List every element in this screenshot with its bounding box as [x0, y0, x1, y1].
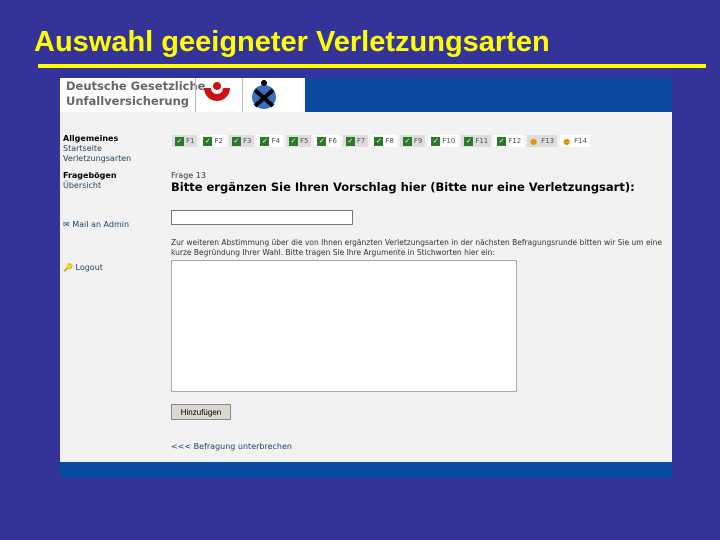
check-icon: ✓ — [345, 136, 355, 146]
tab-label: F4 — [271, 137, 280, 145]
tab-f2[interactable]: ✓ F2 — [200, 135, 226, 147]
tab-label: F9 — [413, 137, 423, 145]
tab-label: F5 — [299, 137, 309, 145]
tab-label: F1 — [186, 137, 195, 145]
sidebar-item-startseite[interactable]: Startseite — [63, 144, 131, 154]
tab-f6[interactable]: ✓ F6 — [314, 135, 340, 147]
add-button[interactable]: Hinzufügen — [171, 404, 231, 420]
tab-label: F10 — [442, 137, 456, 145]
header: Deutsche Gesetzliche Unfallversicherung — [60, 78, 672, 112]
tab-f9[interactable]: ✓ F9 — [399, 135, 426, 147]
dguv-logo-icon — [195, 78, 237, 112]
brand-logo: Deutsche Gesetzliche Unfallversicherung — [66, 79, 205, 109]
sidebar-item-logout[interactable]: 🔑 Logout — [63, 263, 103, 273]
sidebar-item-label: Mail an Admin — [72, 220, 130, 229]
tab-label: F8 — [385, 137, 394, 145]
sidebar-item-verletzungsarten[interactable]: Verletzungsarten — [63, 154, 131, 164]
tab-f10[interactable]: ✓ F10 — [428, 135, 459, 147]
interrupt-survey-link[interactable]: <<< Befragung unterbrechen — [171, 442, 292, 451]
tab-label: F3 — [242, 137, 252, 145]
tab-f12[interactable]: ✓ F12 — [494, 135, 525, 147]
check-icon: ✓ — [203, 136, 213, 146]
check-icon: ✓ — [317, 136, 327, 146]
tab-label: F11 — [475, 137, 489, 145]
sidebar-item-label: Logout — [75, 263, 103, 272]
sidebar-heading: Fragebögen — [63, 171, 117, 180]
tab-f1[interactable]: ✓ F1 — [172, 135, 198, 147]
sidebar-item-mail[interactable]: ✉ Mail an Admin — [63, 220, 129, 230]
question-number: Frage 13 — [171, 171, 206, 180]
sidebar-heading: Allgemeines — [63, 134, 119, 143]
footer-bar — [60, 462, 672, 478]
question-tabs: ✓ F1 ✓ F2 ✓ F3 ✓ F4 ✓ F5 ✓ F6 ✓ F7 ✓ F8 ✓ F9 ✓ F10 ✓ F11 ✓ F12 ●… — [172, 135, 591, 147]
brand-line: Deutsche Gesetzliche — [66, 79, 206, 93]
brand-line: Unfallversicherung — [66, 94, 190, 108]
sidebar-group-general: Allgemeines Startseite Verletzungsarten — [63, 134, 131, 164]
check-icon: ✓ — [374, 136, 384, 146]
tab-f7[interactable]: ✓ F7 — [342, 135, 369, 147]
tab-f5[interactable]: ✓ F5 — [285, 135, 312, 147]
browser-screenshot: Deutsche Gesetzliche Unfallversicherung A… — [60, 78, 672, 478]
header-banner — [305, 78, 672, 112]
tab-f8[interactable]: ✓ F8 — [371, 135, 397, 147]
check-icon: ✓ — [431, 136, 441, 146]
check-icon: ✓ — [175, 136, 184, 146]
reason-textarea[interactable] — [171, 260, 517, 392]
check-icon: ✓ — [497, 136, 507, 146]
tab-label: F6 — [328, 137, 337, 145]
tab-label: F7 — [356, 137, 366, 145]
tab-f13[interactable]: ● F13 — [527, 135, 558, 147]
tab-f3[interactable]: ✓ F3 — [228, 135, 255, 147]
person-logo-icon — [242, 78, 284, 112]
tab-f11[interactable]: ✓ F11 — [461, 135, 492, 147]
mail-icon: ✉ — [63, 220, 70, 229]
sidebar-group-questionnaires: Fragebögen Übersicht — [63, 171, 117, 191]
description-text: Zur weiteren Abstimmung über die von Ihn… — [171, 238, 663, 257]
check-icon: ✓ — [231, 136, 241, 146]
check-icon: ✓ — [402, 136, 412, 146]
check-icon: ✓ — [260, 136, 270, 146]
tab-label: F13 — [541, 137, 555, 145]
key-icon: 🔑 — [63, 263, 73, 272]
tab-f4[interactable]: ✓ F4 — [257, 135, 283, 147]
question-text: Bitte ergänzen Sie Ihren Vorschlag hier … — [171, 180, 635, 194]
pending-icon: ● — [563, 136, 571, 146]
tab-label: F12 — [508, 137, 522, 145]
check-icon: ✓ — [288, 136, 298, 146]
sidebar-item-uebersicht[interactable]: Übersicht — [63, 181, 117, 191]
suggestion-input[interactable] — [171, 210, 353, 225]
tab-label: F14 — [574, 137, 588, 145]
pending-icon: ● — [530, 136, 538, 146]
tab-label: F2 — [214, 137, 223, 145]
check-icon: ✓ — [464, 136, 474, 146]
slide-title: Auswahl geeigneter Verletzungsarten — [34, 26, 550, 58]
tab-f14[interactable]: ● F14 — [560, 135, 591, 147]
title-underline — [38, 64, 706, 68]
